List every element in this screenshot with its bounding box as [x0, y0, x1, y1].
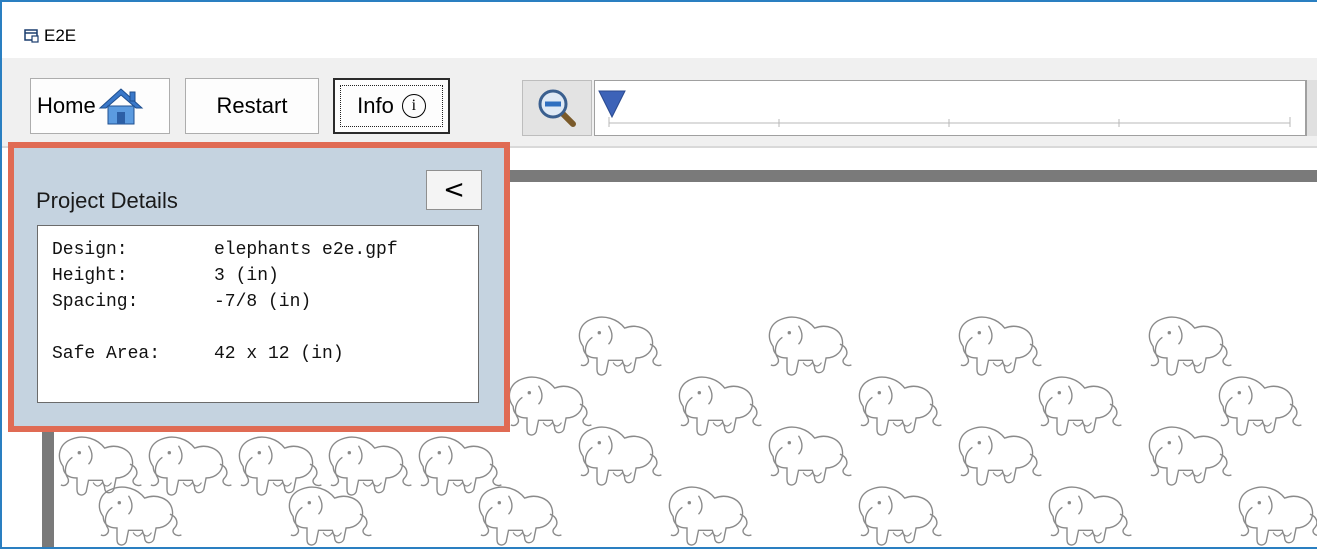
- house-icon: [98, 88, 143, 125]
- window-title: E2E: [44, 26, 77, 45]
- window-icon: [24, 29, 39, 43]
- zoom-slider[interactable]: [594, 80, 1306, 136]
- zoom-out-button[interactable]: [522, 80, 592, 136]
- panel-title: Project Details: [36, 188, 178, 213]
- info-circle-icon: i: [401, 94, 426, 118]
- detail-row-spacing: Spacing: -7/8 (in): [52, 292, 478, 318]
- restart-button[interactable]: Restart: [185, 78, 319, 134]
- details-box: Design: elephants e2e.gpf Height: 3 (in) S…: [37, 225, 479, 403]
- home-button-label: Home: [37, 93, 96, 118]
- zoom-out-icon: [538, 89, 576, 127]
- title-bar: E2E: [2, 2, 1317, 58]
- app-window: E2E Home Restart Info i Project Details …: [0, 0, 1317, 549]
- detail-value: -7/8 (in): [214, 292, 312, 312]
- detail-key: Design:: [52, 240, 128, 260]
- project-details-panel: Project Details < Design: elephants e2e.g…: [8, 142, 510, 432]
- info-button[interactable]: Info i: [333, 78, 450, 134]
- detail-key: Height:: [52, 266, 128, 286]
- detail-row-height: Height: 3 (in): [52, 266, 478, 292]
- detail-row-safe-area: Safe Area: 42 x 12 (in): [52, 344, 478, 370]
- detail-row-blank: [52, 318, 478, 344]
- slider-track: [608, 117, 1291, 127]
- detail-value: 42 x 12 (in): [214, 344, 344, 364]
- restart-button-label: Restart: [216, 93, 288, 118]
- info-button-label: Info: [357, 93, 394, 118]
- slider-end-cap: [1306, 80, 1317, 136]
- detail-key: Spacing:: [52, 292, 139, 312]
- triangle-marker-icon[interactable]: [597, 89, 627, 119]
- detail-value: elephants e2e.gpf: [214, 240, 398, 260]
- home-button[interactable]: Home: [30, 78, 170, 134]
- detail-key: Safe Area:: [52, 344, 161, 364]
- toolbar: Home Restart Info i: [2, 58, 1317, 148]
- detail-row-design: Design: elephants e2e.gpf: [52, 240, 478, 266]
- collapse-panel-button[interactable]: <: [426, 170, 482, 210]
- detail-value: 3 (in): [214, 266, 279, 286]
